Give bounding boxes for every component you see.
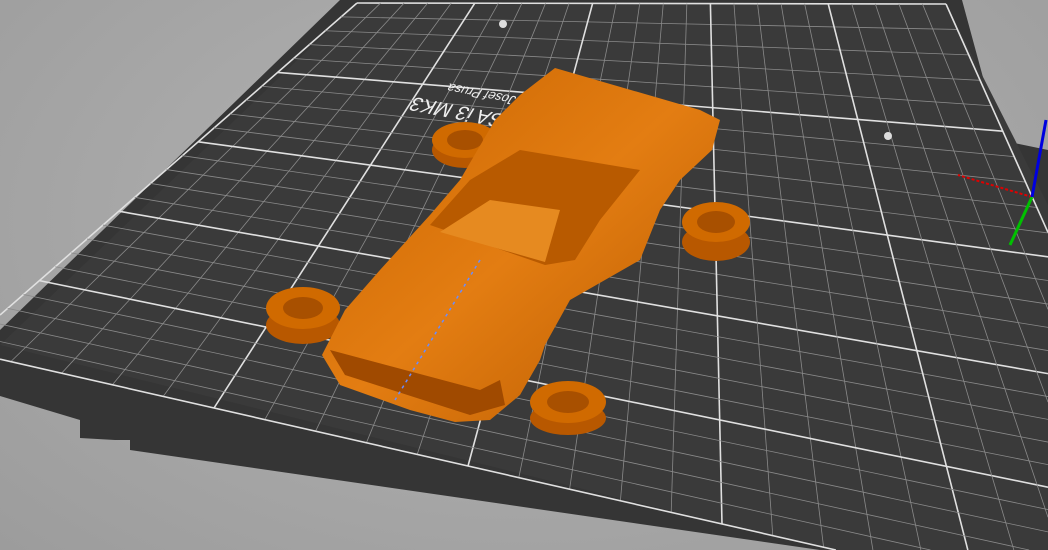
bed-screw-hole bbox=[884, 132, 892, 140]
wheel[interactable] bbox=[266, 287, 340, 344]
wheel[interactable] bbox=[530, 381, 606, 435]
grid-line bbox=[356, 2, 947, 5]
wheel[interactable] bbox=[682, 202, 750, 261]
bed-screw-hole bbox=[499, 20, 507, 28]
3d-viewport[interactable]: PRUSA i3 MK3 by Josef Prusa bbox=[0, 0, 1048, 550]
scene: PRUSA i3 MK3 by Josef Prusa bbox=[0, 0, 1048, 550]
